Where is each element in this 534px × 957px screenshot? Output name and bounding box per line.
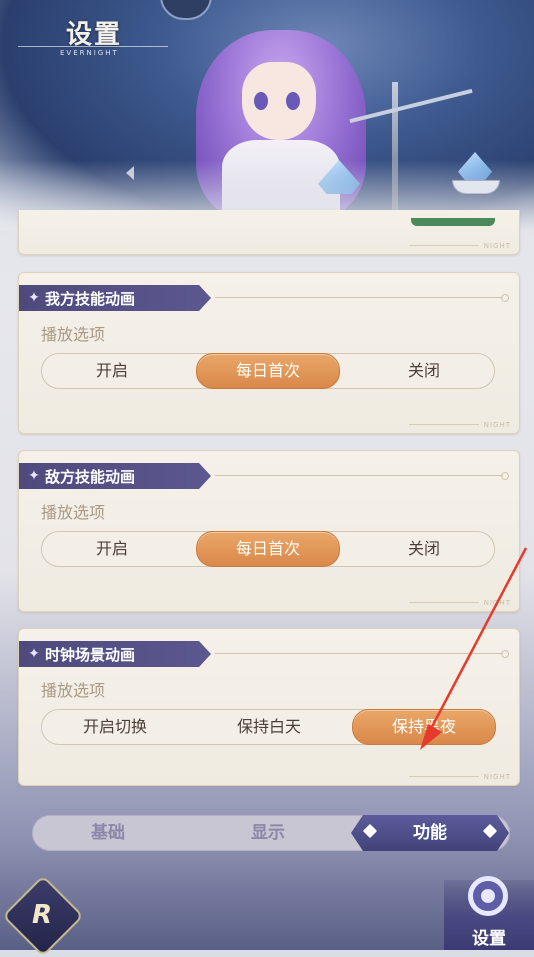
scale-beam-decoration xyxy=(349,88,473,124)
option-button-selected[interactable]: 每日首次 xyxy=(196,531,340,567)
divider xyxy=(409,245,479,246)
option-button[interactable]: 关闭 xyxy=(354,354,494,388)
crystal-icon xyxy=(458,152,492,180)
divider xyxy=(215,472,509,480)
section-header: ✦ 时钟场景动画 xyxy=(19,641,211,667)
section-title: 敌方技能动画 xyxy=(45,467,136,486)
card-watermark: NIGHT xyxy=(483,599,511,607)
segmented-control: 开启 每日首次 关闭 xyxy=(41,531,495,567)
title-subtitle-text: EVERNIGHT xyxy=(60,49,119,57)
option-button[interactable]: 保持白天 xyxy=(196,710,342,744)
sub-label: 播放选项 xyxy=(41,325,106,344)
settings-card-enemy-skill: ✦ 敌方技能动画 播放选项 开启 每日首次 关闭 NIGHT xyxy=(18,450,520,612)
gear-icon[interactable] xyxy=(160,0,212,20)
option-button[interactable]: 关闭 xyxy=(354,532,494,566)
arrow-left-icon[interactable] xyxy=(126,166,134,180)
tab-display[interactable]: 显示 xyxy=(193,816,343,850)
character-eye xyxy=(254,92,268,110)
segmented-control: 开启切换 保持白天 保持黑夜 xyxy=(41,709,496,745)
tab-function-label: 功能 xyxy=(413,823,447,843)
card-watermark: NIGHT xyxy=(483,421,511,429)
section-title: 时钟场景动画 xyxy=(45,645,136,664)
section-header: ✦ 我方技能动画 xyxy=(19,285,211,311)
section-header: ✦ 敌方技能动画 xyxy=(19,463,211,489)
scale-bowl-decoration xyxy=(452,180,500,194)
segmented-control: 开启 每日首次 关闭 xyxy=(41,353,495,389)
settings-tab-bar: 基础 显示 功能 xyxy=(32,815,510,851)
divider xyxy=(215,294,509,302)
section-title: 我方技能动画 xyxy=(45,289,136,308)
crystal-icon xyxy=(318,160,360,194)
settings-card-ally-skill: ✦ 我方技能动画 播放选项 开启 每日首次 关闭 NIGHT xyxy=(18,272,520,434)
sparkle-icon: ✦ xyxy=(28,646,40,662)
sparkle-icon: ✦ xyxy=(28,468,40,484)
game-logo-icon: R xyxy=(31,900,53,930)
divider xyxy=(215,650,509,658)
divider xyxy=(409,776,479,777)
diamond-icon xyxy=(483,824,497,838)
option-button[interactable]: 开启 xyxy=(42,532,182,566)
option-button-selected[interactable]: 每日首次 xyxy=(196,353,340,389)
gear-icon xyxy=(468,876,508,916)
header-banner: 设置 EVERNIGHT xyxy=(0,0,534,230)
settings-card-clock-scene: ✦ 时钟场景动画 播放选项 开启切换 保持白天 保持黑夜 NIGHT xyxy=(18,628,520,786)
option-button-selected[interactable]: 保持黑夜 xyxy=(352,709,496,745)
divider xyxy=(409,602,479,603)
scale-post-decoration xyxy=(392,82,398,222)
card-watermark: NIGHT xyxy=(483,773,511,781)
option-button[interactable]: 开启 xyxy=(42,354,182,388)
card-watermark: NIGHT xyxy=(483,242,511,250)
toggle-bar[interactable] xyxy=(411,218,495,226)
settings-nav-label: 设置 xyxy=(472,929,506,949)
sparkle-icon: ✦ xyxy=(28,290,40,306)
character-eye xyxy=(286,92,300,110)
divider xyxy=(409,424,479,425)
settings-card-partial: NIGHT xyxy=(18,210,520,255)
sub-label: 播放选项 xyxy=(41,681,106,700)
diamond-icon xyxy=(363,824,377,838)
tab-basic[interactable]: 基础 xyxy=(33,816,183,850)
option-button[interactable]: 开启切换 xyxy=(42,710,188,744)
sub-label: 播放选项 xyxy=(41,503,106,522)
tab-function[interactable]: 功能 xyxy=(351,815,509,851)
title-subtitle: EVERNIGHT xyxy=(18,46,168,57)
